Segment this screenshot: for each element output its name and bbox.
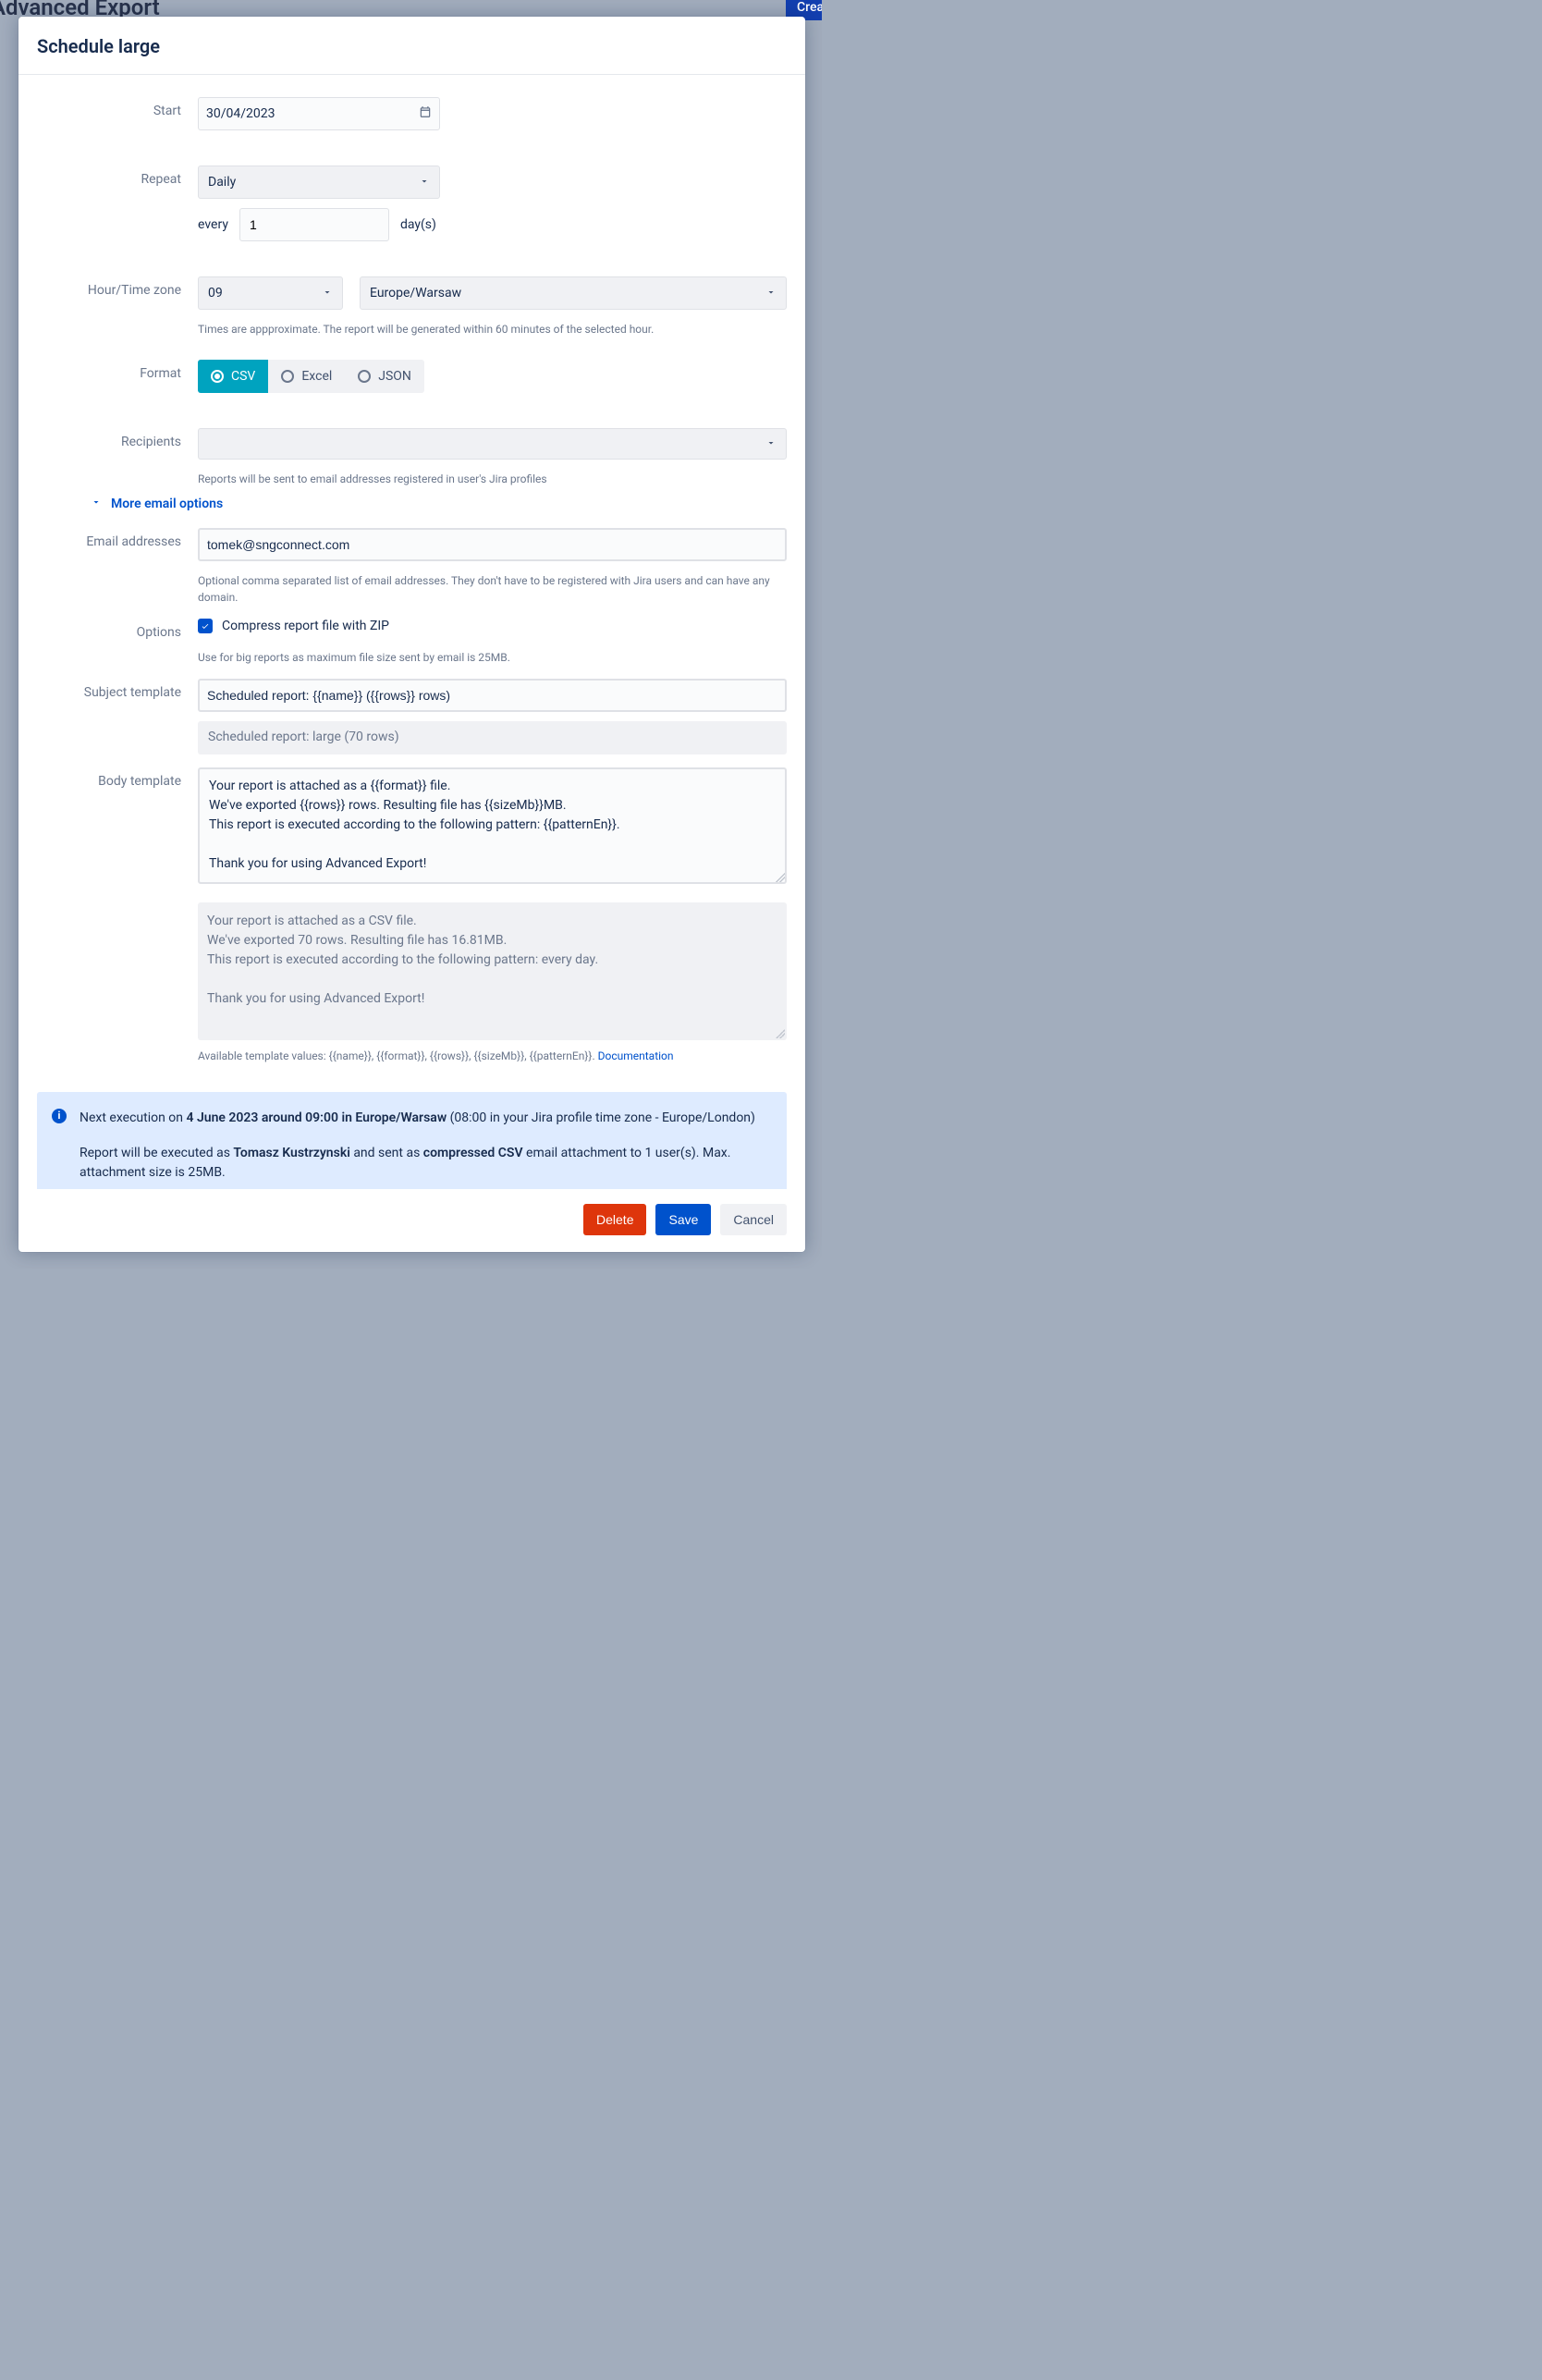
resize-handle-icon — [776, 1029, 785, 1038]
radio-icon — [358, 370, 371, 383]
format-radio-group: CSV Excel JSON — [198, 360, 424, 393]
calendar-icon — [419, 105, 432, 122]
info-line1-post: (08:00 in your Jira profile time zone - … — [447, 1110, 755, 1125]
every-label: every — [198, 217, 228, 232]
documentation-link[interactable]: Documentation — [598, 1049, 674, 1062]
format-label: Format — [37, 360, 198, 393]
modal-title: Schedule large — [37, 35, 787, 57]
zip-help: Use for big reports as maximum file size… — [198, 649, 787, 666]
start-date-input[interactable]: 30/04/2023 — [198, 97, 440, 130]
every-input[interactable] — [239, 208, 389, 241]
zip-label: Compress report file with ZIP — [222, 619, 389, 633]
hour-label: Hour/Time zone — [37, 276, 198, 310]
chevron-down-icon — [91, 497, 102, 511]
info-line2-bold2: compressed CSV — [423, 1146, 523, 1160]
body-preview-text: Your report is attached as a CSV file. W… — [207, 914, 598, 1006]
schedule-modal: Schedule large Start 30/04/2023 Rep — [18, 17, 805, 1252]
repeat-value: Daily — [208, 175, 236, 190]
timezone-select[interactable]: Europe/Warsaw — [360, 276, 787, 310]
repeat-select[interactable]: Daily — [198, 166, 440, 199]
format-excel[interactable]: Excel — [268, 360, 345, 393]
body-preview: Your report is attached as a CSV file. W… — [198, 902, 787, 1040]
format-csv[interactable]: CSV — [198, 360, 268, 393]
email-addresses-input[interactable] — [198, 528, 787, 561]
email-help: Optional comma separated list of email a… — [198, 572, 787, 606]
format-json[interactable]: JSON — [345, 360, 424, 393]
body-footnote: Available template values: {{name}}, {{f… — [198, 1049, 598, 1062]
more-email-options-toggle[interactable]: More email options — [91, 497, 787, 511]
body-template-input[interactable]: Your report is attached as a {{format}} … — [198, 767, 787, 884]
repeat-label: Repeat — [37, 166, 198, 241]
chevron-down-icon — [765, 287, 777, 301]
days-label: day(s) — [400, 217, 436, 232]
body-label: Body template — [37, 767, 198, 1064]
format-json-label: JSON — [378, 369, 411, 384]
info-line2-pre: Report will be executed as — [80, 1146, 233, 1160]
more-email-label: More email options — [111, 497, 223, 511]
format-csv-label: CSV — [231, 369, 255, 384]
resize-handle-icon[interactable] — [776, 873, 785, 882]
timezone-value: Europe/Warsaw — [370, 286, 461, 301]
radio-icon — [211, 370, 224, 383]
start-label: Start — [37, 97, 198, 130]
recipients-select[interactable] — [198, 428, 787, 460]
subject-template-input[interactable] — [198, 679, 787, 712]
recipients-label: Recipients — [37, 428, 198, 460]
email-label: Email addresses — [37, 528, 198, 561]
delete-button[interactable]: Delete — [583, 1204, 646, 1235]
hour-select[interactable]: 09 — [198, 276, 343, 310]
hour-value: 09 — [208, 286, 223, 301]
cancel-button[interactable]: Cancel — [720, 1204, 787, 1235]
info-line2-bold1: Tomasz Kustrzynski — [233, 1146, 349, 1160]
chevron-down-icon — [765, 437, 777, 451]
info-line2-mid: and sent as — [350, 1146, 423, 1160]
recipients-help: Reports will be sent to email addresses … — [198, 471, 787, 487]
radio-icon — [281, 370, 294, 383]
hour-help: Times are appproximate. The report will … — [198, 321, 787, 337]
options-label: Options — [37, 619, 198, 640]
info-line1-pre: Next execution on — [80, 1110, 186, 1125]
save-button[interactable]: Save — [655, 1204, 711, 1235]
next-execution-info: i Next execution on 4 June 2023 around 0… — [37, 1092, 787, 1189]
chevron-down-icon — [322, 287, 333, 301]
format-excel-label: Excel — [301, 369, 332, 384]
start-date-value: 30/04/2023 — [206, 106, 275, 121]
info-icon: i — [52, 1109, 67, 1123]
subject-label: Subject template — [37, 679, 198, 712]
info-line1-bold: 4 June 2023 around 09:00 in Europe/Warsa… — [186, 1110, 447, 1125]
zip-checkbox[interactable] — [198, 619, 213, 633]
chevron-down-icon — [419, 176, 430, 190]
subject-preview: Scheduled report: large (70 rows) — [198, 721, 787, 754]
